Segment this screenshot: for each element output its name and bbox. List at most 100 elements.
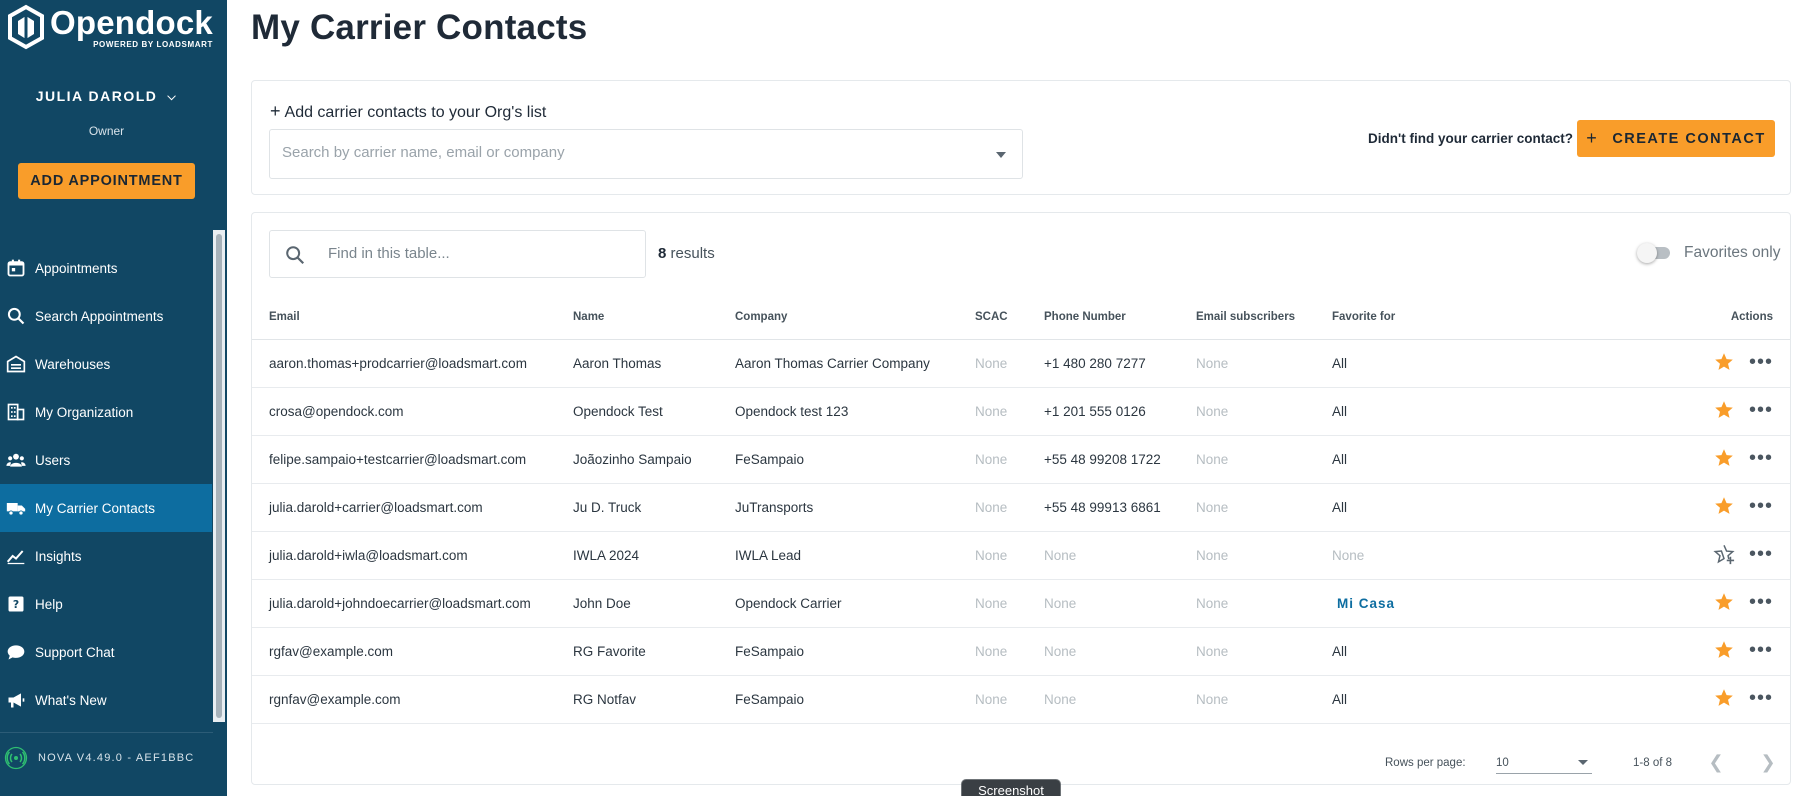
star-add-icon[interactable] — [1713, 543, 1735, 565]
chevron-right-icon[interactable]: ❯ — [1757, 751, 1779, 773]
more-horizontal-icon[interactable]: ••• — [1749, 352, 1773, 372]
create-contact-button[interactable]: + CREATE CONTACT — [1577, 120, 1775, 157]
sidebar-item-appointments[interactable]: Appointments — [0, 244, 212, 292]
sidebar-item-support-chat[interactable]: Support Chat — [0, 628, 212, 676]
cell-company: Opendock test 123 — [735, 387, 975, 436]
sidebar-item-label: Appointments — [35, 260, 118, 276]
col-header-company[interactable]: Company — [735, 295, 975, 340]
page-range: 1-8 of 8 — [1633, 757, 1672, 769]
table-row[interactable]: julia.darold+carrier@loadsmart.com Ju D. … — [252, 483, 1790, 532]
user-role: Owner — [88, 124, 125, 138]
cell-subscribers: None — [1196, 387, 1332, 436]
sidebar-item-users[interactable]: Users — [0, 436, 212, 484]
star-filled-icon[interactable] — [1713, 495, 1735, 517]
star-filled-icon[interactable] — [1713, 687, 1735, 709]
contacts-table-card: 8 results Favorites only Email Name Comp… — [251, 212, 1791, 785]
cell-name: Ju D. Truck — [573, 483, 735, 532]
plus-icon: + — [1586, 128, 1599, 148]
cell-actions: ••• — [1632, 675, 1790, 724]
sidebar-item-label: What's New — [35, 692, 107, 708]
table-row[interactable]: julia.darold+johndoecarrier@loadsmart.co… — [252, 579, 1790, 628]
sidebar-item-warehouses[interactable]: Warehouses — [0, 340, 212, 388]
logo-subtitle: POWERED BY LOADSMART — [93, 40, 213, 49]
plus-icon: + — [270, 101, 281, 121]
sidebar-item-search-appointments[interactable]: Search Appointments — [0, 292, 212, 340]
cell-favorite-for: None — [1332, 531, 1632, 580]
cell-phone: +1 201 555 0126 — [1044, 387, 1196, 436]
cell-favorite-for: All — [1332, 483, 1632, 532]
col-header-phone[interactable]: Phone Number — [1044, 295, 1196, 340]
sidebar-item-label: Support Chat — [35, 644, 115, 660]
more-horizontal-icon[interactable]: ••• — [1749, 544, 1773, 564]
favorite-for-link[interactable]: Mi Casa — [1332, 596, 1395, 611]
table-row[interactable]: aaron.thomas+prodcarrier@loadsmart.com Aa… — [252, 339, 1790, 388]
cell-company: FeSampaio — [735, 675, 975, 724]
cell-email: rgnfav@example.com — [252, 675, 573, 724]
toggle-switch[interactable] — [1637, 243, 1670, 263]
caret-down-icon[interactable] — [996, 152, 1006, 158]
star-filled-icon[interactable] — [1713, 351, 1735, 373]
star-filled-icon[interactable] — [1713, 447, 1735, 469]
carrier-search-select[interactable] — [269, 129, 1023, 179]
cell-scac: None — [975, 339, 1044, 388]
rows-per-page-select[interactable]: 10 — [1496, 750, 1592, 774]
col-header-email[interactable]: Email — [252, 295, 573, 340]
signal-icon — [4, 746, 28, 770]
toggle-knob[interactable] — [1637, 243, 1657, 263]
sidebar-item-my-organization[interactable]: My Organization — [0, 388, 212, 436]
cell-phone: None — [1044, 627, 1196, 676]
col-header-favorite-for[interactable]: Favorite for — [1332, 295, 1632, 340]
col-header-name[interactable]: Name — [573, 295, 735, 340]
help-icon: ? — [8, 596, 24, 612]
chevron-left-icon[interactable]: ❮ — [1705, 751, 1727, 773]
version-text: NOVA V4.49.0 - AEF1BBC — [38, 752, 195, 764]
more-horizontal-icon[interactable]: ••• — [1749, 448, 1773, 468]
user-menu[interactable]: JULIA DAROLD ⌵ — [0, 88, 213, 104]
more-horizontal-icon[interactable]: ••• — [1749, 592, 1773, 612]
carrier-search-input[interactable] — [282, 144, 962, 161]
col-header-scac[interactable]: SCAC — [975, 295, 1044, 340]
version-info: NOVA V4.49.0 - AEF1BBC — [4, 746, 194, 770]
cell-email: rgfav@example.com — [252, 627, 573, 676]
screenshot-tooltip: Screenshot — [961, 779, 1061, 796]
cell-actions: ••• — [1632, 579, 1790, 628]
table-search-input[interactable] — [328, 245, 628, 262]
didnt-find-text: Didn't find your carrier contact? — [1368, 131, 1573, 146]
star-filled-icon[interactable] — [1713, 639, 1735, 661]
table-row[interactable]: rgnfav@example.com RG Notfav FeSampaio None… — [252, 675, 1790, 724]
row-actions: ••• — [1713, 351, 1773, 373]
table-row[interactable]: crosa@opendock.com Opendock Test Opendock … — [252, 387, 1790, 436]
cell-company: FeSampaio — [735, 627, 975, 676]
users-icon — [6, 453, 26, 467]
table-search[interactable] — [269, 230, 646, 278]
cell-scac: None — [975, 579, 1044, 628]
building-icon — [7, 403, 25, 421]
cell-email: julia.darold+johndoecarrier@loadsmart.co… — [252, 579, 573, 628]
cell-scac: None — [975, 531, 1044, 580]
star-filled-icon[interactable] — [1713, 399, 1735, 421]
more-horizontal-icon[interactable]: ••• — [1749, 496, 1773, 516]
results-count: 8 results — [658, 245, 715, 262]
cell-actions: ••• — [1632, 531, 1790, 580]
more-horizontal-icon[interactable]: ••• — [1749, 640, 1773, 660]
table-body: aaron.thomas+prodcarrier@loadsmart.com Aa… — [252, 339, 1790, 724]
sidebar-item-label: Insights — [35, 548, 82, 564]
opendock-logo[interactable]: Opendock POWERED BY LOADSMART — [6, 4, 213, 54]
cell-actions: ••• — [1632, 339, 1790, 388]
more-horizontal-icon[interactable]: ••• — [1749, 688, 1773, 708]
sidebar-item-help[interactable]: ? Help — [0, 580, 212, 628]
table-row[interactable]: rgfav@example.com RG Favorite FeSampaio Non… — [252, 627, 1790, 676]
cell-phone: None — [1044, 579, 1196, 628]
sidebar-item-my-carrier-contacts[interactable]: My Carrier Contacts — [0, 484, 212, 532]
sidebar-item-insights[interactable]: Insights — [0, 532, 212, 580]
col-header-subscribers[interactable]: Email subscribers — [1196, 295, 1332, 340]
add-appointment-button[interactable]: ADD APPOINTMENT — [18, 163, 195, 199]
calendar-icon — [7, 259, 25, 277]
star-filled-icon[interactable] — [1713, 591, 1735, 613]
table-row[interactable]: julia.darold+iwla@loadsmart.com IWLA 2024… — [252, 531, 1790, 580]
favorites-only-toggle[interactable]: Favorites only — [1637, 243, 1780, 263]
more-horizontal-icon[interactable]: ••• — [1749, 400, 1773, 420]
sidebar-scrollbar-thumb[interactable] — [216, 234, 222, 718]
sidebar-item-whats-new[interactable]: What's New — [0, 676, 212, 724]
table-row[interactable]: felipe.sampaio+testcarrier@loadsmart.com… — [252, 435, 1790, 484]
